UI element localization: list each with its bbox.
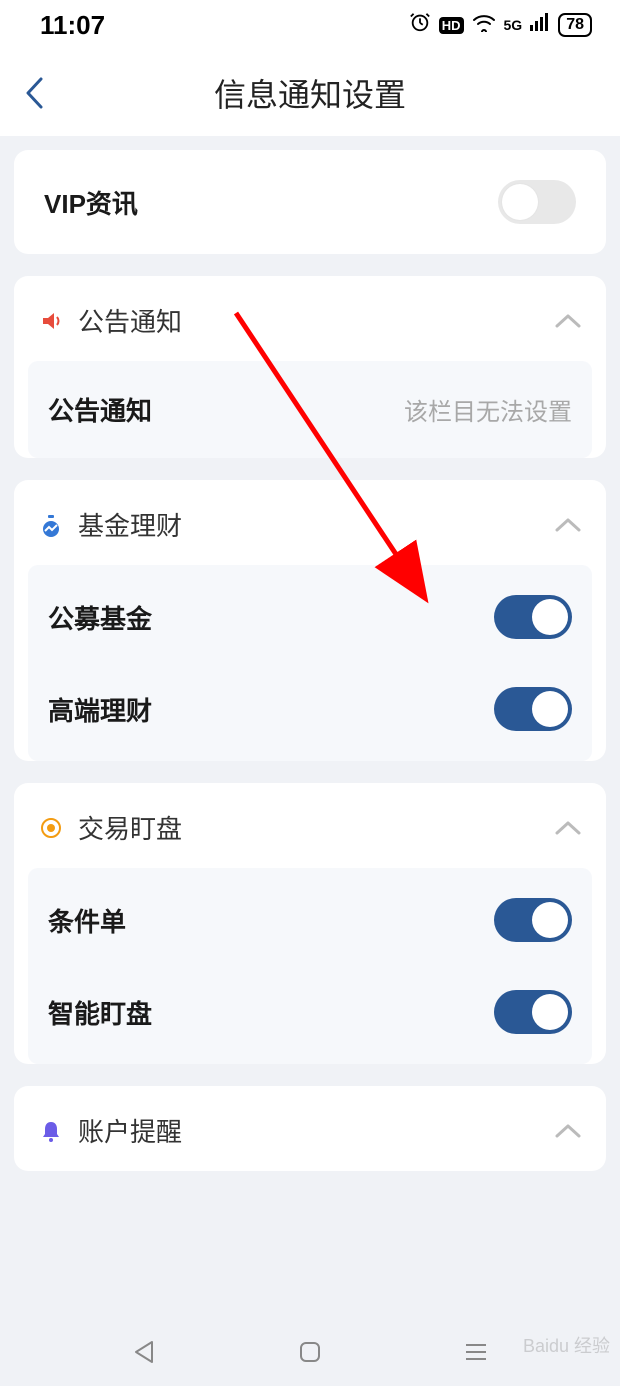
section-title-fund: 基金理财 <box>78 506 182 543</box>
subcard-trade: 条件单 智能盯盘 <box>28 868 592 1064</box>
label-notice: 公告通知 <box>48 391 152 428</box>
row-smart-monitor: 智能盯盘 <box>28 972 592 1064</box>
content-area: VIP资讯 公告通知 公告通知 该栏目无法设置 <box>0 136 620 1185</box>
page-header: 信息通知设置 <box>0 50 620 136</box>
subcard-notice: 公告通知 该栏目无法设置 <box>28 361 592 458</box>
section-header-account[interactable]: 账户提醒 <box>14 1086 606 1171</box>
label-smart-monitor: 智能盯盘 <box>48 994 152 1031</box>
row-premium-finance: 高端理财 <box>28 669 592 761</box>
hd-icon: HD <box>439 17 464 34</box>
section-title-account: 账户提醒 <box>78 1112 182 1149</box>
signal-icon <box>530 13 550 37</box>
card-account: 账户提醒 <box>14 1086 606 1171</box>
label-public-fund: 公募基金 <box>48 599 152 636</box>
chart-icon <box>38 512 64 538</box>
status-icons: HD 5G 78 <box>409 11 592 39</box>
section-header-trade[interactable]: 交易盯盘 <box>14 783 606 868</box>
label-vip: VIP资讯 <box>44 184 138 221</box>
section-header-fund[interactable]: 基金理财 <box>14 480 606 565</box>
page-title: 信息通知设置 <box>0 70 620 116</box>
back-button[interactable] <box>24 76 44 110</box>
toggle-public-fund[interactable] <box>494 595 572 639</box>
toggle-smart-monitor[interactable] <box>494 990 572 1034</box>
alarm-icon <box>409 11 431 39</box>
speaker-icon <box>38 308 64 334</box>
watermark: Baidu 经验 <box>523 1332 610 1358</box>
chevron-up-icon <box>554 820 582 836</box>
bell-icon <box>38 1118 64 1144</box>
card-notice: 公告通知 公告通知 该栏目无法设置 <box>14 276 606 458</box>
subcard-fund: 公募基金 高端理财 <box>28 565 592 761</box>
chevron-up-icon <box>554 1123 582 1139</box>
nav-home-icon[interactable] <box>297 1339 323 1370</box>
chevron-up-icon <box>554 517 582 533</box>
label-premium-finance: 高端理财 <box>48 691 152 728</box>
wifi-icon <box>472 12 496 38</box>
row-vip: VIP资讯 <box>14 150 606 254</box>
battery-icon: 78 <box>558 13 592 37</box>
row-notice: 公告通知 该栏目无法设置 <box>28 361 592 458</box>
toggle-conditional-order[interactable] <box>494 898 572 942</box>
card-trade: 交易盯盘 条件单 智能盯盘 <box>14 783 606 1064</box>
card-fund: 基金理财 公募基金 高端理财 <box>14 480 606 761</box>
toggle-premium-finance[interactable] <box>494 687 572 731</box>
row-public-fund: 公募基金 <box>28 565 592 669</box>
target-icon <box>38 815 64 841</box>
network-label: 5G <box>504 17 523 33</box>
card-vip: VIP资讯 <box>14 150 606 254</box>
section-header-notice[interactable]: 公告通知 <box>14 276 606 361</box>
nav-back-icon[interactable] <box>130 1338 158 1371</box>
chevron-up-icon <box>554 313 582 329</box>
row-conditional-order: 条件单 <box>28 868 592 972</box>
status-bar: 11:07 HD 5G 78 <box>0 0 620 50</box>
nav-recent-icon[interactable] <box>462 1341 490 1368</box>
status-time: 11:07 <box>40 10 105 41</box>
toggle-vip[interactable] <box>498 180 576 224</box>
note-notice: 该栏目无法设置 <box>404 392 572 427</box>
section-title-trade: 交易盯盘 <box>78 809 182 846</box>
section-title-notice: 公告通知 <box>78 302 182 339</box>
label-conditional-order: 条件单 <box>48 902 126 939</box>
